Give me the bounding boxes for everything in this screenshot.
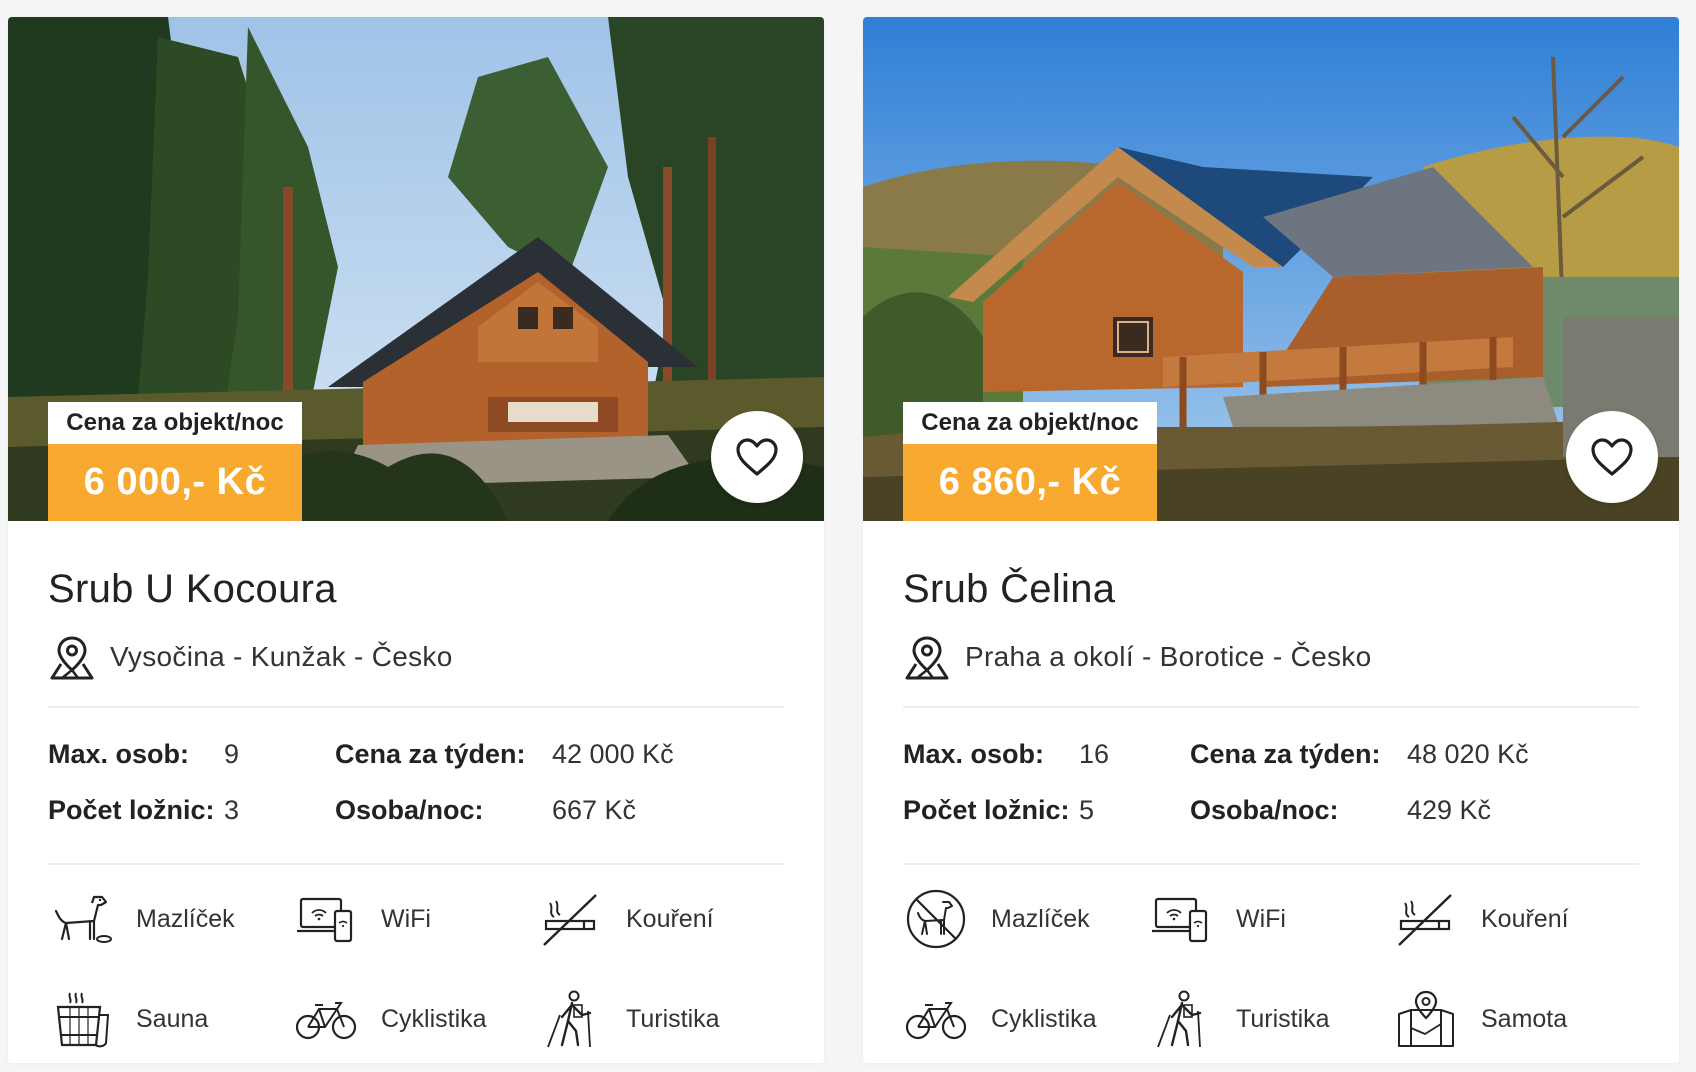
amenity-pets: Mazlíček <box>905 887 1090 951</box>
amenity-smoking: Kouření <box>1395 887 1569 951</box>
divider <box>48 863 784 865</box>
max-persons-label: Max. osob: <box>903 739 1045 769</box>
bedrooms-label: Počet ložnic: <box>48 795 215 825</box>
favorite-button[interactable] <box>711 411 803 503</box>
amenity-label: Cyklistika <box>381 1004 487 1033</box>
price-value: 6 000,- Kč <box>48 444 302 521</box>
listing-card[interactable]: Cena za objekt/noc 6 860,- Kč Srub Čelin… <box>863 17 1679 1063</box>
hiker-icon <box>1157 990 1202 1048</box>
amenity-hiking: Turistika <box>540 987 720 1051</box>
person-night-label: Osoba/noc: <box>335 795 484 825</box>
no-smoking-icon <box>543 894 597 946</box>
divider <box>48 706 784 708</box>
sauna-bucket-icon <box>56 992 110 1048</box>
no-pets-icon <box>906 889 966 949</box>
amenity-label: Mazlíček <box>136 904 235 933</box>
favorite-button[interactable] <box>1566 411 1658 503</box>
person-night-label: Osoba/noc: <box>1190 795 1339 825</box>
location-row: Praha a okolí - Borotice - Česko <box>903 634 1371 680</box>
max-persons-value: 9 <box>224 739 240 769</box>
amenity-smoking: Kouření <box>540 887 714 951</box>
hiker-icon <box>547 990 592 1048</box>
listing-title[interactable]: Srub Čelina <box>903 567 1115 612</box>
wifi-devices-icon <box>297 897 353 943</box>
heart-icon <box>1591 438 1633 476</box>
week-price-label: Cena za týden: <box>335 739 526 769</box>
amenity-wifi: WiFi <box>1150 887 1286 951</box>
bedrooms-value: 3 <box>224 795 240 825</box>
amenity-label: Mazlíček <box>991 904 1090 933</box>
amenity-hiking: Turistika <box>1150 987 1330 1051</box>
heart-icon <box>736 438 778 476</box>
amenity-wifi: WiFi <box>295 887 431 951</box>
location-text: Vysočina - Kunžak - Česko <box>110 641 453 672</box>
week-price-label: Cena za týden: <box>1190 739 1381 769</box>
bicycle-icon <box>905 1002 967 1040</box>
bedrooms-label: Počet ložnic: <box>903 795 1070 825</box>
listing-card[interactable]: Cena za objekt/noc 6 000,- Kč Srub U Koc… <box>8 17 824 1063</box>
price-label: Cena za objekt/noc <box>48 402 302 444</box>
location-text: Praha a okolí - Borotice - Česko <box>965 641 1372 672</box>
listing-title[interactable]: Srub U Kocoura <box>48 567 337 612</box>
divider <box>903 863 1639 865</box>
dog-icon <box>54 895 112 943</box>
max-persons-label: Max. osob: <box>48 739 190 769</box>
bicycle-icon <box>295 1002 357 1040</box>
bedrooms-value: 5 <box>1079 795 1095 825</box>
amenity-label: Turistika <box>626 1004 720 1033</box>
amenity-sauna: Sauna <box>50 987 208 1051</box>
map-pin-icon <box>1398 990 1454 1047</box>
max-persons-value: 16 <box>1079 739 1110 769</box>
amenity-label: Cyklistika <box>991 1004 1097 1033</box>
person-night-value: 667 Kč <box>552 795 637 825</box>
week-price-value: 42 000 Kč <box>552 739 674 769</box>
price-value: 6 860,- Kč <box>903 444 1157 521</box>
divider <box>903 706 1639 708</box>
amenity-label: Sauna <box>136 1004 209 1033</box>
amenity-label: WiFi <box>1236 904 1286 933</box>
amenity-pets: Mazlíček <box>50 887 235 951</box>
amenity-label: Kouření <box>1481 904 1569 933</box>
wifi-devices-icon <box>1152 897 1208 943</box>
amenity-cycling: Cyklistika <box>905 987 1097 1051</box>
location-pin-icon <box>50 636 94 680</box>
location-row: Vysočina - Kunžak - Česko <box>48 634 453 680</box>
amenity-cycling: Cyklistika <box>295 987 487 1051</box>
amenity-label: Kouření <box>626 904 714 933</box>
location-pin-icon <box>905 636 949 680</box>
amenity-label: Turistika <box>1236 1004 1330 1033</box>
price-label: Cena za objekt/noc <box>903 402 1157 444</box>
person-night-value: 429 Kč <box>1407 795 1492 825</box>
amenity-label: WiFi <box>381 904 431 933</box>
amenity-solitude: Samota <box>1395 987 1567 1051</box>
no-smoking-icon <box>1398 894 1452 946</box>
amenity-label: Samota <box>1481 1004 1568 1033</box>
week-price-value: 48 020 Kč <box>1407 739 1529 769</box>
